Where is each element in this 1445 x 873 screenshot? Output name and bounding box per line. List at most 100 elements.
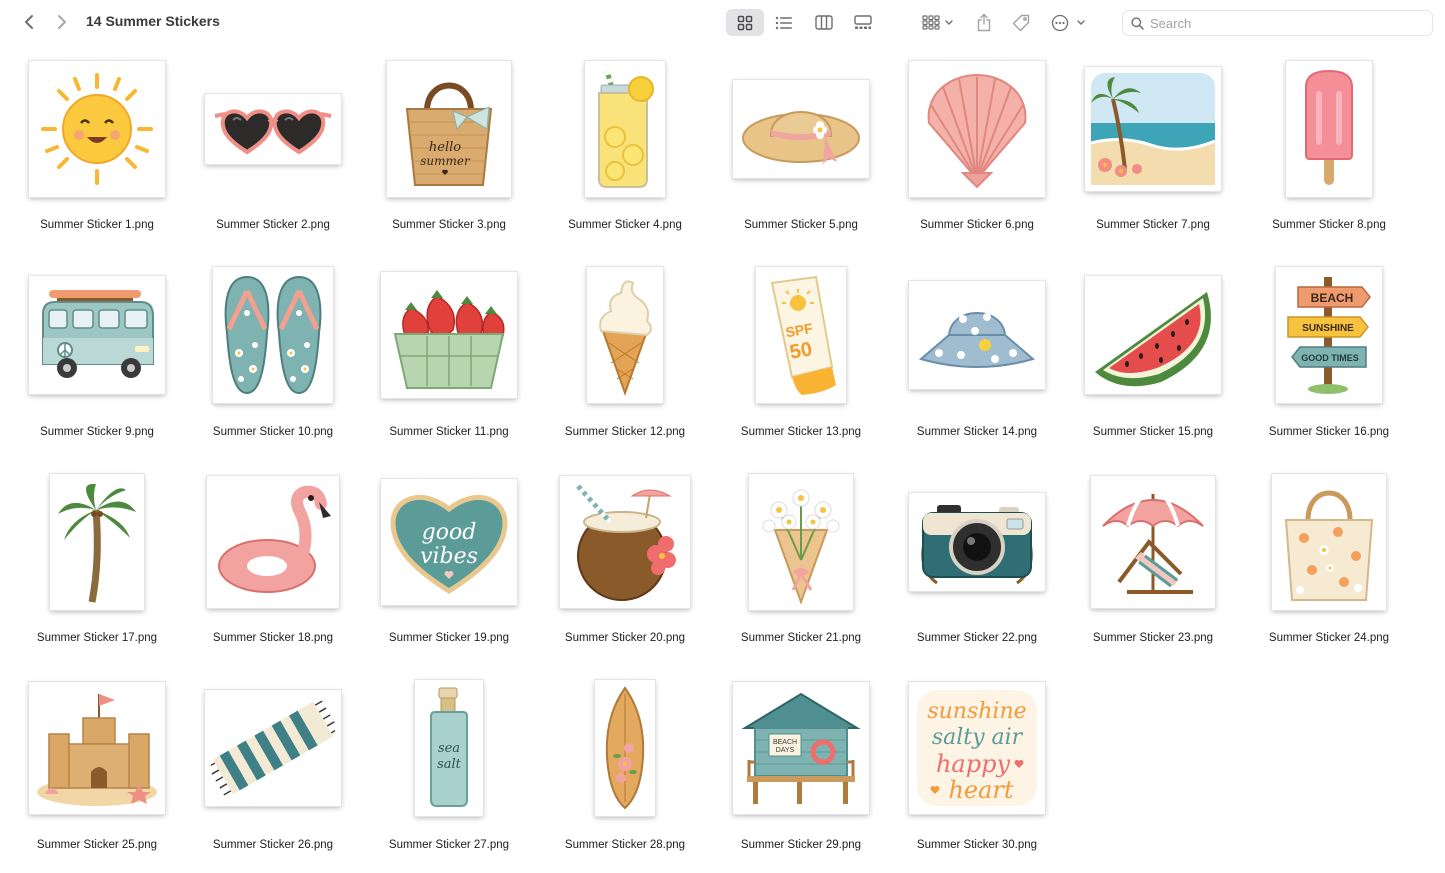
svg-text:happy: happy bbox=[936, 750, 1010, 778]
sunscreen-icon: SPF 50 bbox=[770, 275, 836, 395]
file-item[interactable]: BEACH DAYS Summer Sticker 29.png bbox=[713, 676, 889, 873]
file-thumbnail bbox=[1085, 276, 1221, 394]
list-view-icon bbox=[775, 16, 792, 29]
file-thumbnail bbox=[205, 690, 341, 806]
file-item[interactable]: Summer Sticker 9.png bbox=[9, 263, 185, 470]
more-actions-button[interactable] bbox=[1048, 9, 1088, 36]
file-thumbnail bbox=[595, 680, 655, 816]
file-item[interactable]: Summer Sticker 10.png bbox=[185, 263, 361, 470]
file-name: Summer Sticker 20.png bbox=[564, 632, 686, 644]
share-button[interactable] bbox=[970, 9, 998, 36]
heart-badge-icon: good vibes bbox=[390, 494, 508, 594]
file-thumbnail bbox=[909, 492, 1045, 591]
file-thumbnail bbox=[213, 267, 333, 403]
group-by-icon bbox=[922, 15, 953, 30]
bucket-hat-icon bbox=[918, 312, 1036, 368]
file-thumbnail: BEACH DAYS bbox=[733, 682, 869, 814]
file-name: Summer Sticker 30.png bbox=[916, 838, 1038, 851]
file-item[interactable]: Summer Sticker 15.png bbox=[1065, 263, 1241, 470]
file-item[interactable]: Summer Sticker 4.png bbox=[537, 56, 713, 263]
file-item[interactable]: Summer Sticker 12.png bbox=[537, 263, 713, 470]
gallery-view-icon bbox=[854, 15, 872, 29]
file-thumbnail bbox=[29, 682, 165, 814]
file-thumbnail bbox=[909, 281, 1045, 389]
file-item[interactable]: Summer Sticker 7.png bbox=[1065, 56, 1241, 263]
chevron-right-icon bbox=[58, 15, 66, 29]
file-item[interactable]: Summer Sticker 28.png bbox=[537, 676, 713, 873]
search-field[interactable] bbox=[1122, 10, 1433, 36]
file-item[interactable]: Summer Sticker 14.png bbox=[889, 263, 1065, 470]
file-name: Summer Sticker 25.png bbox=[36, 838, 158, 851]
file-item[interactable]: Summer Sticker 20.png bbox=[537, 469, 713, 676]
column-view-button[interactable] bbox=[808, 9, 840, 36]
file-item[interactable]: Summer Sticker 25.png bbox=[9, 676, 185, 873]
file-name: Summer Sticker 26.png bbox=[212, 838, 334, 851]
svg-text:50: 50 bbox=[788, 338, 814, 364]
file-item[interactable]: Summer Sticker 26.png bbox=[185, 676, 361, 873]
file-thumbnail: sea salt bbox=[415, 680, 483, 816]
file-name: Summer Sticker 4.png bbox=[568, 219, 682, 231]
file-item[interactable]: Summer Sticker 8.png bbox=[1241, 56, 1417, 263]
file-item[interactable]: BEACH SUNSHINE GOOD TIMES Summer Sticker… bbox=[1241, 263, 1417, 470]
svg-text:salty air: salty air bbox=[932, 725, 1024, 750]
file-item[interactable]: SPF 50 Summer Sticker 13.png bbox=[713, 263, 889, 470]
file-item[interactable]: Summer Sticker 18.png bbox=[185, 469, 361, 676]
file-item[interactable]: Summer Sticker 21.png bbox=[713, 469, 889, 676]
file-thumbnail bbox=[1286, 60, 1372, 197]
svg-text:sunshine: sunshine bbox=[927, 699, 1026, 724]
file-thumbnail bbox=[1091, 475, 1215, 608]
toolbar: 14 Summer Stickers bbox=[0, 0, 1445, 46]
file-name: Summer Sticker 24.png bbox=[1268, 632, 1390, 644]
file-item[interactable]: Summer Sticker 5.png bbox=[713, 56, 889, 263]
svg-text:salt: salt bbox=[437, 757, 462, 772]
file-item[interactable]: Summer Sticker 6.png bbox=[889, 56, 1065, 263]
icon-view-button[interactable] bbox=[726, 9, 764, 36]
flip-flops-icon bbox=[224, 275, 322, 395]
file-name: Summer Sticker 19.png bbox=[388, 632, 510, 644]
beach-scene-icon bbox=[1091, 72, 1215, 185]
file-item[interactable]: Summer Sticker 22.png bbox=[889, 469, 1065, 676]
camper-van-icon bbox=[42, 290, 154, 378]
file-item[interactable]: sunshine salty air happy heart Summer St… bbox=[889, 676, 1065, 873]
forward-button[interactable] bbox=[51, 11, 73, 33]
file-name: Summer Sticker 1.png bbox=[40, 219, 154, 231]
file-item[interactable]: Summer Sticker 24.png bbox=[1241, 469, 1417, 676]
file-thumbnail bbox=[29, 60, 165, 197]
list-view-button[interactable] bbox=[768, 9, 800, 36]
tag-button[interactable] bbox=[1007, 9, 1035, 36]
svg-text:BEACH: BEACH bbox=[773, 739, 797, 746]
svg-text:BEACH: BEACH bbox=[1311, 291, 1354, 305]
svg-text:summer: summer bbox=[420, 154, 471, 168]
sun-icon bbox=[41, 72, 153, 185]
file-item[interactable]: sea salt Summer Sticker 27.png bbox=[361, 676, 537, 873]
heart-sunglasses-icon bbox=[214, 109, 332, 154]
file-thumbnail bbox=[733, 79, 869, 178]
file-thumbnail: hello summer bbox=[387, 60, 511, 197]
file-item[interactable]: good vibes Summer Sticker 19.png bbox=[361, 469, 537, 676]
file-thumbnail bbox=[585, 60, 665, 197]
file-thumbnail: SPF 50 bbox=[756, 267, 846, 403]
watermelon-icon bbox=[1095, 292, 1211, 387]
gallery-view-button[interactable] bbox=[846, 9, 880, 36]
back-button[interactable] bbox=[18, 11, 40, 33]
file-item[interactable]: Summer Sticker 17.png bbox=[9, 469, 185, 676]
sandcastle-icon bbox=[37, 694, 157, 806]
file-item[interactable]: Summer Sticker 11.png bbox=[361, 263, 537, 470]
file-item[interactable]: Summer Sticker 2.png bbox=[185, 56, 361, 263]
file-name: Summer Sticker 17.png bbox=[36, 632, 158, 644]
file-item[interactable]: hello summer Summer Sticker 3.png bbox=[361, 56, 537, 263]
file-item[interactable]: Summer Sticker 23.png bbox=[1065, 469, 1241, 676]
file-grid: Summer Sticker 1.png Summer Sticker 2.pn… bbox=[9, 56, 1417, 873]
more-actions-icon bbox=[1051, 14, 1085, 31]
search-input[interactable] bbox=[1150, 15, 1420, 31]
file-item[interactable]: Summer Sticker 1.png bbox=[9, 56, 185, 263]
flower-bouquet-icon bbox=[762, 489, 840, 604]
svg-text:vibes: vibes bbox=[420, 544, 478, 569]
group-by-button[interactable] bbox=[917, 9, 959, 36]
surfboard-icon bbox=[605, 686, 645, 810]
svg-text:heart: heart bbox=[948, 776, 1013, 804]
signpost-icon: BEACH SUNSHINE GOOD TIMES bbox=[1287, 277, 1371, 394]
file-thumbnail bbox=[29, 276, 165, 394]
file-name: Summer Sticker 12.png bbox=[564, 425, 686, 438]
file-name: Summer Sticker 10.png bbox=[212, 425, 334, 438]
